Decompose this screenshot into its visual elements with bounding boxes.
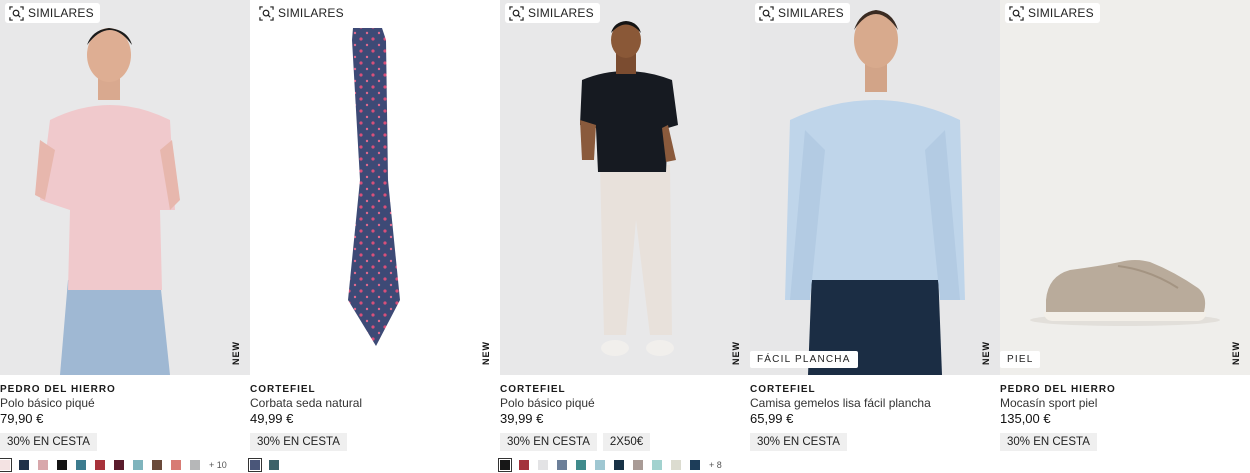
product-price: 65,99 € bbox=[750, 411, 794, 426]
similar-button[interactable]: SIMILARES bbox=[1005, 3, 1100, 23]
loafer-photo bbox=[1000, 0, 1250, 375]
man-pink-polo-photo bbox=[0, 0, 250, 375]
product-brand: CORTEFIEL bbox=[250, 384, 316, 395]
product-name[interactable]: Polo básico piqué bbox=[0, 396, 250, 411]
promo-badge: 30% EN CESTA bbox=[500, 433, 597, 451]
product-card[interactable]: SIMILARES NEW CORTEFIEL Polo básico piqu… bbox=[498, 0, 750, 473]
product-price: 39,99 € bbox=[500, 411, 544, 426]
color-swatches: + 10 bbox=[0, 458, 227, 472]
color-swatch[interactable] bbox=[652, 460, 662, 470]
product-card[interactable]: SIMILARES PIEL NEW PEDRO DEL HIERRO Moca… bbox=[1000, 0, 1250, 473]
promo-badge: 30% EN CESTA bbox=[0, 433, 97, 451]
new-badge: NEW bbox=[231, 341, 241, 365]
similar-search-icon bbox=[509, 5, 524, 21]
product-name[interactable]: Mocasín sport piel bbox=[1000, 396, 1250, 411]
product-image[interactable]: SIMILARES NEW bbox=[0, 0, 250, 375]
color-swatch[interactable] bbox=[671, 460, 681, 470]
color-swatch[interactable] bbox=[519, 460, 529, 470]
similar-label: SIMILARES bbox=[28, 6, 94, 20]
promo-badge: 30% EN CESTA bbox=[750, 433, 847, 451]
product-card[interactable]: SIMILARES NEW PEDRO DEL HIERRO Polo bási… bbox=[0, 0, 250, 473]
product-image[interactable]: SIMILARES PIEL NEW bbox=[1000, 0, 1250, 375]
color-swatch[interactable] bbox=[0, 458, 12, 472]
color-swatch[interactable] bbox=[57, 460, 67, 470]
similar-search-icon bbox=[759, 5, 774, 21]
similar-label: SIMILARES bbox=[528, 6, 594, 20]
color-swatch[interactable] bbox=[498, 458, 512, 472]
new-badge: NEW bbox=[481, 341, 491, 365]
color-swatch[interactable] bbox=[538, 460, 548, 470]
color-swatch[interactable] bbox=[576, 460, 586, 470]
similar-search-icon bbox=[1009, 5, 1024, 21]
product-brand: CORTEFIEL bbox=[500, 384, 566, 395]
product-image[interactable]: SIMILARES FÁCIL PLANCHA NEW bbox=[750, 0, 1000, 375]
product-card[interactable]: SIMILARES FÁCIL PLANCHA NEW CORTEFIEL Ca… bbox=[750, 0, 1000, 473]
product-card[interactable]: SIMILARES NEW CORTEFIEL Corbata seda nat… bbox=[248, 0, 500, 473]
similar-button[interactable]: SIMILARES bbox=[755, 3, 850, 23]
promo-badge: 30% EN CESTA bbox=[250, 433, 347, 451]
color-swatch[interactable] bbox=[269, 460, 279, 470]
similar-label: SIMILARES bbox=[278, 6, 344, 20]
product-name[interactable]: Polo básico piqué bbox=[500, 396, 750, 411]
similar-search-icon bbox=[259, 5, 274, 21]
color-swatch[interactable] bbox=[248, 458, 262, 472]
product-grid: SIMILARES NEW PEDRO DEL HIERRO Polo bási… bbox=[0, 0, 1250, 473]
man-black-polo-photo bbox=[500, 0, 750, 375]
product-image[interactable]: SIMILARES NEW bbox=[250, 0, 500, 375]
product-name[interactable]: Corbata seda natural bbox=[250, 396, 500, 411]
product-brand: PEDRO DEL HIERRO bbox=[1000, 384, 1116, 395]
product-price: 79,90 € bbox=[0, 411, 44, 426]
man-blue-shirt-photo bbox=[750, 0, 1000, 375]
product-image[interactable]: SIMILARES NEW bbox=[500, 0, 750, 375]
color-swatch[interactable] bbox=[595, 460, 605, 470]
similar-search-icon bbox=[9, 5, 24, 21]
color-swatch[interactable] bbox=[633, 460, 643, 470]
feature-tag: FÁCIL PLANCHA bbox=[750, 351, 858, 368]
color-swatches bbox=[248, 458, 279, 472]
new-badge: NEW bbox=[981, 341, 991, 365]
new-badge: NEW bbox=[731, 341, 741, 365]
color-swatch[interactable] bbox=[95, 460, 105, 470]
similar-button[interactable]: SIMILARES bbox=[255, 3, 350, 23]
product-brand: CORTEFIEL bbox=[750, 384, 816, 395]
color-swatches: + 8 bbox=[498, 458, 722, 472]
color-swatch[interactable] bbox=[557, 460, 567, 470]
feature-tag: PIEL bbox=[1000, 351, 1041, 368]
color-swatch[interactable] bbox=[152, 460, 162, 470]
similar-button[interactable]: SIMILARES bbox=[5, 3, 100, 23]
promo-badge: 2X50€ bbox=[602, 433, 651, 451]
similar-button[interactable]: SIMILARES bbox=[505, 3, 600, 23]
color-swatch[interactable] bbox=[171, 460, 181, 470]
new-badge: NEW bbox=[1231, 341, 1241, 365]
product-brand: PEDRO DEL HIERRO bbox=[0, 384, 116, 395]
color-swatch[interactable] bbox=[76, 460, 86, 470]
more-colors-link[interactable]: + 10 bbox=[209, 460, 227, 470]
product-price: 135,00 € bbox=[1000, 411, 1051, 426]
promo-badge: 30% EN CESTA bbox=[1000, 433, 1097, 451]
color-swatch[interactable] bbox=[114, 460, 124, 470]
tie-photo bbox=[348, 28, 400, 346]
color-swatch[interactable] bbox=[38, 460, 48, 470]
color-swatch[interactable] bbox=[190, 460, 200, 470]
product-name[interactable]: Camisa gemelos lisa fácil plancha bbox=[750, 396, 1000, 411]
similar-label: SIMILARES bbox=[1028, 6, 1094, 20]
color-swatch[interactable] bbox=[19, 460, 29, 470]
color-swatch[interactable] bbox=[133, 460, 143, 470]
similar-label: SIMILARES bbox=[778, 6, 844, 20]
color-swatch[interactable] bbox=[690, 460, 700, 470]
more-colors-link[interactable]: + 8 bbox=[709, 460, 722, 470]
product-price: 49,99 € bbox=[250, 411, 294, 426]
color-swatch[interactable] bbox=[614, 460, 624, 470]
